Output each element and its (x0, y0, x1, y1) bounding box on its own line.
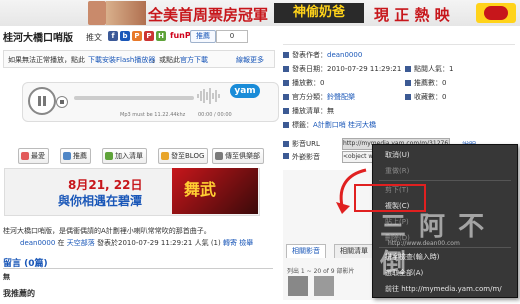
forward-link[interactable]: 轉寄 (223, 239, 237, 247)
post-meta: dean0000 在 天空部落 發表於2010-07-29 11:29:21 人… (20, 239, 254, 247)
info-row-author: 發表作者：dean0000 (283, 49, 515, 61)
embed-label: 外嵌影音 (283, 152, 320, 162)
watermark-url: http://www.dean00.com (388, 240, 460, 247)
progress-bar[interactable] (74, 96, 194, 100)
player-caption: Mp3 must be 11.22.44khz (120, 112, 186, 118)
ad-date: 8月21, 22日 (68, 178, 143, 192)
tab-related-videos[interactable]: 相關影音 (286, 244, 326, 258)
official-download-link[interactable]: 官方下載 (180, 55, 208, 65)
banner-photo-2 (106, 1, 146, 25)
post-to-blog-button[interactable]: 發至BLOG (158, 148, 209, 164)
heart-icon (21, 152, 29, 160)
add-icon (105, 152, 113, 160)
pause-icon (38, 96, 46, 106)
video-thumbnail[interactable] (288, 276, 308, 296)
facebook-icon[interactable]: f (108, 31, 118, 41)
share-label: 推文 (86, 33, 102, 42)
url-label: 影音URL (283, 139, 320, 149)
top-banner-ad[interactable]: 全美首周票房冠軍 神偷奶爸 現 正 熱 映 (0, 0, 520, 26)
club-icon (215, 152, 223, 160)
ad-tagline: 與你相遇在碧潭 (58, 194, 143, 208)
funp-logo[interactable]: funP (170, 31, 191, 40)
ad-artwork: 舞武 (172, 168, 258, 214)
hemidemi-icon[interactable]: H (156, 31, 166, 41)
video-description: 桂河大橋口哨版，是偶衝偶請的A計劃裡小喇叭常常吹的那首曲子。 (3, 227, 211, 235)
flash-download-link[interactable]: 下載安裝Flash播放器 (88, 55, 155, 65)
banner-logo (476, 3, 516, 23)
player-time: 00:00 / 00:00 (198, 112, 232, 118)
notice-text: 如果無法正常播放，點此 (8, 56, 85, 64)
stop-button[interactable] (56, 96, 68, 108)
view-count: 人氣 (1) (194, 239, 221, 247)
notice-text-2: ，或點此 (152, 56, 180, 64)
plurk-icon[interactable]: P (132, 31, 142, 41)
push-count: 0 (216, 30, 248, 43)
banner-title-left: 全美首周票房冠軍 (148, 6, 269, 24)
flash-notice: 如果無法正常播放，點此 下載安裝Flash播放器 ，或點此 官方下載 線報更多 (3, 50, 275, 68)
tab-related-lists[interactable]: 相關清單 (334, 244, 374, 258)
post-date: 發表於2010-07-29 11:29:21 (97, 239, 193, 247)
info-row-recommends: 推薦數：0 (405, 77, 515, 89)
blogger-icon[interactable]: b (120, 31, 130, 41)
info-row-favorites: 收藏數：0 (405, 91, 515, 103)
report-link[interactable]: 檢舉 (239, 239, 253, 247)
share-to-club-button[interactable]: 傳至俱樂部 (212, 148, 264, 164)
play-button[interactable] (28, 87, 56, 115)
stop-icon (60, 100, 64, 104)
yam-logo: yam (230, 84, 260, 98)
favorite-button[interactable]: 最愛 (18, 148, 49, 164)
blog-icon (161, 152, 169, 160)
push-button[interactable]: 推薦 (190, 30, 216, 43)
banner-title-right: 現 正 熱 映 (374, 6, 450, 24)
page-title: 桂河大橋口哨版 (3, 33, 73, 44)
recommend-button[interactable]: 推薦 (60, 148, 91, 164)
more-link[interactable]: 線報更多 (236, 55, 264, 65)
divider (3, 268, 273, 269)
banner-photo (88, 1, 106, 25)
menu-item-goto[interactable]: 前往 http://mymedia.yam.com/m/ (373, 281, 517, 297)
menu-item-undo[interactable]: 取消(U) (373, 147, 517, 163)
video-thumbnail[interactable] (314, 276, 334, 296)
plurk-icon-2[interactable]: P (144, 31, 154, 41)
info-row-views: 點閱人氣：1 (405, 63, 515, 75)
banner-title-mid: 神偷奶爸 (274, 3, 364, 23)
add-to-list-button[interactable]: 加入清單 (102, 148, 147, 164)
menu-item-redo[interactable]: 重做(R) (373, 163, 517, 179)
info-row-playlist: 播放清單：無 (283, 105, 515, 117)
thumb-icon (63, 152, 71, 160)
author-link[interactable]: dean0000 (20, 239, 55, 247)
recommended-header: 我推薦的 (3, 289, 35, 298)
club-link[interactable]: 天空部落 (67, 239, 95, 247)
info-row-tags: 標籤：A計劃口哨 桂河大橋 (283, 119, 515, 131)
menu-separator (379, 180, 511, 181)
comments-empty: 無 (3, 273, 10, 281)
list-header: 列出 1 ~ 20 of 9 部影片 (287, 268, 355, 275)
